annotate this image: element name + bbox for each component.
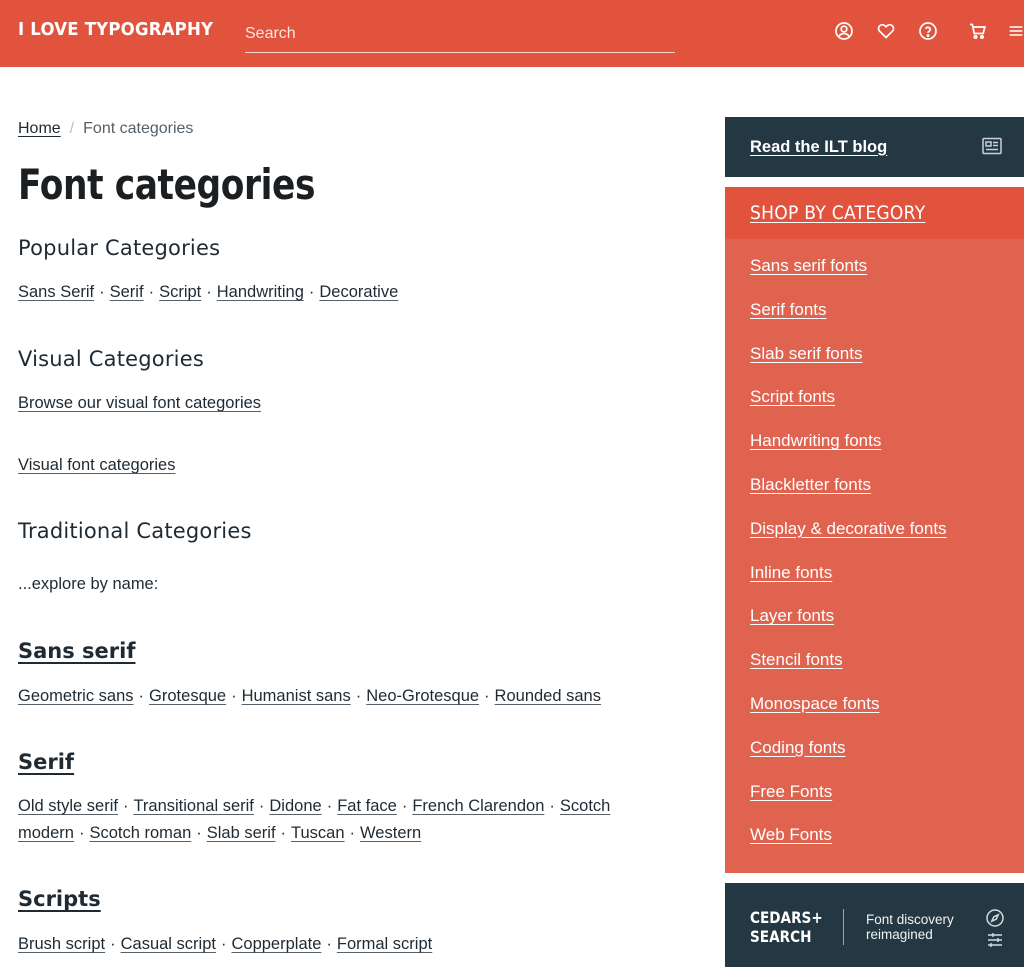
category-item: Inline fonts	[750, 561, 1024, 605]
cedars-tagline-line: Font discovery	[866, 912, 954, 927]
top-header: I LOVE TYPOGRAPHY	[0, 0, 1024, 67]
cedars-logo-line: SEARCH	[750, 927, 812, 946]
serif-link[interactable]: Scotch roman	[89, 824, 191, 842]
script-link[interactable]: Casual script	[121, 935, 216, 953]
blog-link-box[interactable]: Read the ILT blog	[725, 117, 1024, 177]
popular-link[interactable]: Handwriting	[217, 283, 304, 301]
category-link[interactable]: Stencil fonts	[750, 650, 843, 669]
category-item: Layer fonts	[750, 604, 1024, 648]
category-link[interactable]: Inline fonts	[750, 563, 832, 582]
scripts-links: Brush script · Casual script · Copperplate · F…	[18, 935, 433, 953]
compass-icon[interactable]	[985, 908, 1005, 928]
breadcrumb-separator: /	[69, 120, 75, 137]
sans-serif-links: Geometric sans · Grotesque · Humanist sans · N…	[18, 687, 601, 705]
category-item: Web Fonts	[750, 823, 1024, 867]
blog-link[interactable]: Read the ILT blog	[750, 138, 887, 157]
cedars-logo: CEDARS+ SEARCH	[750, 908, 823, 946]
site-logo[interactable]: I LOVE TYPOGRAPHY	[18, 19, 213, 40]
category-item: Script fonts	[750, 385, 1024, 429]
help-icon[interactable]	[917, 20, 939, 42]
serif-link[interactable]: Didone	[269, 797, 321, 815]
script-link[interactable]: Copperplate	[231, 935, 321, 953]
visual-link-row: Visual font categories	[18, 452, 688, 479]
traditional-intro: ...explore by name:	[18, 575, 159, 593]
serif-link[interactable]: Slab serif	[207, 824, 276, 842]
category-item: Sans serif fonts	[750, 254, 1024, 298]
category-link[interactable]: Coding fonts	[750, 738, 845, 757]
shop-by-category-heading[interactable]: SHOP BY CATEGORY	[750, 202, 925, 224]
traditional-categories-heading: Traditional Categories	[18, 519, 252, 543]
category-link[interactable]: Sans serif fonts	[750, 256, 867, 275]
page-title: Font categories	[18, 160, 316, 209]
cedars-tagline: Font discovery reimagined	[866, 912, 954, 942]
sans-serif-link[interactable]: Geometric sans	[18, 687, 134, 705]
category-link[interactable]: Serif fonts	[750, 300, 827, 319]
cart-icon[interactable]	[967, 20, 989, 42]
serif-link[interactable]: Transitional serif	[133, 797, 253, 815]
breadcrumb: Home / Font categories	[18, 120, 193, 138]
scripts-heading[interactable]: Scripts	[18, 887, 101, 911]
category-link[interactable]: Handwriting fonts	[750, 431, 881, 450]
script-link[interactable]: Formal script	[337, 935, 432, 953]
category-link[interactable]: Free Fonts	[750, 782, 832, 801]
visual-browse: Browse our visual font categories	[18, 390, 688, 417]
serif-link[interactable]: Western	[360, 824, 421, 842]
sans-serif-link[interactable]: Rounded sans	[495, 687, 601, 705]
popular-link[interactable]: Script	[159, 283, 201, 301]
popular-link[interactable]: Decorative	[319, 283, 398, 301]
popular-links: Sans Serif · Serif · Script · Handwriting · Deco…	[18, 283, 399, 301]
category-link[interactable]: Monospace fonts	[750, 694, 879, 713]
serif-links: Old style serif · Transitional serif · Didon…	[18, 797, 611, 842]
category-link[interactable]: Display & decorative fonts	[750, 519, 947, 538]
category-item: Free Fonts	[750, 780, 1024, 824]
category-link[interactable]: Slab serif fonts	[750, 344, 862, 363]
visual-font-categories-link[interactable]: Visual font categories	[18, 456, 175, 474]
category-item: Display & decorative fonts	[750, 517, 1024, 561]
category-item: Handwriting fonts	[750, 429, 1024, 473]
account-icon[interactable]	[833, 20, 855, 42]
cedars-divider	[843, 909, 844, 945]
menu-icon[interactable]	[1008, 20, 1024, 42]
category-item: Slab serif fonts	[750, 342, 1024, 386]
cedars-logo-line: CEDARS+	[750, 908, 823, 927]
search-input[interactable]	[245, 16, 675, 53]
category-link[interactable]: Web Fonts	[750, 825, 832, 844]
category-link[interactable]: Layer fonts	[750, 606, 834, 625]
heart-icon[interactable]	[875, 20, 897, 42]
breadcrumb-current: Font categories	[83, 120, 194, 137]
sans-serif-link[interactable]: Neo-Grotesque	[366, 687, 479, 705]
sans-serif-link[interactable]: Humanist sans	[242, 687, 351, 705]
category-item: Serif fonts	[750, 298, 1024, 342]
serif-heading[interactable]: Serif	[18, 750, 74, 774]
category-item: Coding fonts	[750, 736, 1024, 780]
filter-sliders-icon[interactable]	[985, 930, 1005, 950]
category-list: Sans serif fonts Serif fonts Slab serif …	[725, 239, 1024, 867]
script-link[interactable]: Brush script	[18, 935, 105, 953]
newspaper-icon	[982, 137, 1002, 155]
popular-link[interactable]: Serif	[110, 283, 144, 301]
category-link[interactable]: Script fonts	[750, 387, 835, 406]
sans-serif-link[interactable]: Grotesque	[149, 687, 226, 705]
browse-visual-categories-link[interactable]: Browse our visual font categories	[18, 394, 261, 412]
cedars-tagline-line: reimagined	[866, 927, 933, 942]
shop-by-category-header: SHOP BY CATEGORY	[725, 187, 1024, 239]
cedars-search-promo[interactable]: CEDARS+ SEARCH Font discovery reimagined	[725, 883, 1024, 967]
category-item: Monospace fonts	[750, 692, 1024, 736]
category-item: Blackletter fonts	[750, 473, 1024, 517]
breadcrumb-home-link[interactable]: Home	[18, 120, 61, 137]
serif-link[interactable]: French Clarendon	[412, 797, 544, 815]
sans-serif-heading[interactable]: Sans serif	[18, 639, 136, 663]
shop-by-category-panel: SHOP BY CATEGORY Sans serif fonts Serif …	[725, 187, 1024, 873]
category-item: Stencil fonts	[750, 648, 1024, 692]
popular-categories-heading: Popular Categories	[18, 236, 221, 260]
popular-link[interactable]: Sans Serif	[18, 283, 94, 301]
serif-link[interactable]: Tuscan	[291, 824, 345, 842]
serif-link[interactable]: Old style serif	[18, 797, 118, 815]
visual-categories-heading: Visual Categories	[18, 347, 204, 371]
serif-link[interactable]: Fat face	[337, 797, 397, 815]
category-link[interactable]: Blackletter fonts	[750, 475, 871, 494]
